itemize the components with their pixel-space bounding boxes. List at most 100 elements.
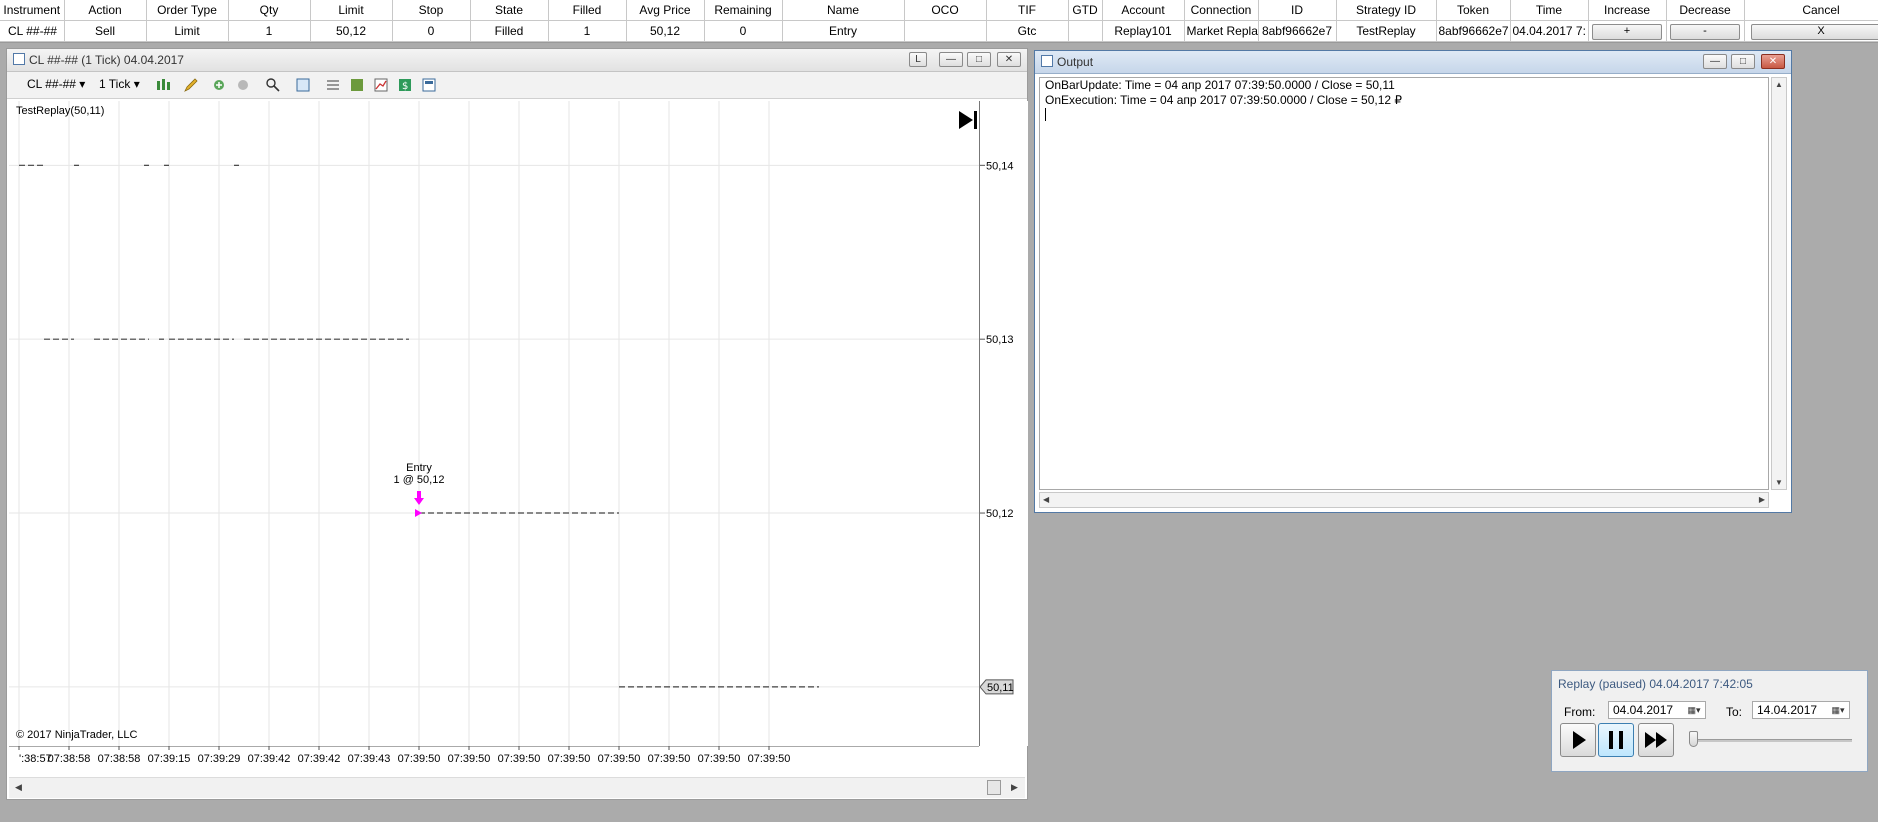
from-date-picker[interactable]: 04.04.2017 ▦▾	[1608, 701, 1706, 719]
template-icon[interactable]	[421, 77, 437, 93]
cell-time: 04.04.2017 7:	[1510, 20, 1589, 42]
chart-toolbar: CL ##-## ▾ 1 Tick ▾ $	[7, 72, 1027, 99]
pencil-icon[interactable]	[183, 77, 199, 93]
cancel-order-button[interactable]: X	[1751, 23, 1878, 40]
close-icon[interactable]: ✕	[997, 52, 1021, 67]
cell-id: 8abf96662e7	[1258, 20, 1337, 42]
scroll-left-icon[interactable]: ◀	[15, 782, 22, 793]
column-header[interactable]: Decrease	[1666, 0, 1745, 21]
link-button[interactable]: L	[909, 52, 927, 67]
output-titlebar[interactable]: Output — □ ✕	[1035, 51, 1791, 74]
interval-selector[interactable]: 1 Tick ▾	[99, 77, 140, 91]
replay-speed-slider[interactable]	[1689, 731, 1698, 747]
data-box-icon[interactable]	[295, 77, 311, 93]
calendar-icon[interactable]: ▦▾	[1829, 704, 1847, 716]
decrease-button[interactable]: -	[1670, 23, 1740, 40]
column-header[interactable]: Remaining	[704, 0, 783, 21]
close-icon[interactable]: ✕	[1761, 54, 1785, 69]
column-header[interactable]: Filled	[548, 0, 627, 21]
scroll-left-icon[interactable]: ◀	[1043, 495, 1049, 504]
chart-window-title: CL ##-## (1 Tick) 04.04.2017	[29, 53, 184, 67]
go-to-end-icon	[959, 111, 977, 129]
replay-title: Replay (paused) 04.04.2017 7:42:05	[1558, 677, 1753, 691]
column-header[interactable]: Limit	[310, 0, 393, 21]
column-header[interactable]: Cancel	[1744, 0, 1878, 21]
column-header[interactable]: Account	[1102, 0, 1185, 21]
chart-style-icon[interactable]	[155, 77, 171, 93]
column-header[interactable]: Stop	[392, 0, 471, 21]
go-to-end-icon[interactable]	[957, 109, 979, 134]
last-price-label: 50,11	[987, 682, 1014, 694]
column-header[interactable]: Qty	[228, 0, 311, 21]
time-tick-label: 07:39:50	[398, 753, 441, 765]
fast-forward-button[interactable]	[1638, 723, 1674, 757]
column-header[interactable]: ID	[1258, 0, 1337, 21]
scroll-down-icon[interactable]: ▼	[1775, 478, 1783, 487]
cell-account: Replay101	[1102, 20, 1185, 42]
cell-oco	[904, 20, 987, 42]
scrollbar-thumb[interactable]	[987, 780, 1001, 795]
time-axis[interactable]: ':38:57 07:38:58 07:38:58 07:39:15 07:39:29 0…	[9, 745, 979, 776]
minimize-icon[interactable]: —	[1703, 54, 1727, 69]
table-row[interactable]: CL ##-## Sell Limit 1 50,12 0 Filled 1 5…	[0, 20, 1878, 42]
pause-button[interactable]	[1598, 723, 1634, 757]
scroll-right-icon[interactable]: ▶	[1759, 495, 1765, 504]
minimize-icon[interactable]: —	[939, 52, 963, 67]
output-window: Output — □ ✕ OnBarUpdate: Time = 04 апр …	[1034, 50, 1792, 513]
column-header[interactable]: Action	[64, 0, 147, 21]
column-header[interactable]: State	[470, 0, 549, 21]
scroll-up-icon[interactable]: ▲	[1775, 80, 1783, 89]
entry-annotation-label: Entry	[406, 462, 432, 474]
scroll-right-icon[interactable]: ▶	[1011, 782, 1018, 793]
play-button[interactable]	[1560, 723, 1596, 757]
column-header[interactable]: Increase	[1588, 0, 1667, 21]
column-header[interactable]: Token	[1436, 0, 1511, 21]
price-tick-label: 50,12	[986, 508, 1014, 520]
to-label: To:	[1726, 705, 1743, 719]
column-header[interactable]: Name	[782, 0, 905, 21]
output-text-area[interactable]: OnBarUpdate: Time = 04 апр 2017 07:39:50…	[1039, 77, 1769, 490]
replay-speed-track[interactable]	[1692, 739, 1852, 742]
price-chart[interactable]: Entry1 @ 50,12	[9, 101, 979, 746]
remove-indicator-icon[interactable]	[235, 77, 251, 93]
increase-button[interactable]: +	[1592, 23, 1662, 40]
pause-icon	[1609, 731, 1623, 749]
column-header[interactable]: GTD	[1068, 0, 1103, 21]
column-header[interactable]: Instrument	[0, 0, 65, 21]
chart-titlebar[interactable]: CL ##-## (1 Tick) 04.04.2017 L — □ ✕	[7, 49, 1027, 72]
from-label: From:	[1564, 705, 1596, 719]
play-icon	[1573, 731, 1586, 749]
column-header[interactable]: OCO	[904, 0, 987, 21]
chart-trader-icon	[374, 78, 388, 92]
to-date-picker[interactable]: 14.04.2017 ▦▾	[1752, 701, 1850, 719]
add-indicator-icon[interactable]	[211, 77, 227, 93]
time-tick-label: 07:39:42	[248, 753, 291, 765]
properties-icon[interactable]	[325, 77, 341, 93]
chart-plot-area[interactable]: Entry 1 @ 50,12 TestReplay(50,11) © 2017 …	[9, 101, 979, 746]
column-header[interactable]: Order Type	[146, 0, 229, 21]
output-window-title: Output	[1057, 55, 1094, 69]
strategies-icon[interactable]: $	[397, 77, 413, 93]
zoom-icon[interactable]	[265, 77, 281, 93]
column-header[interactable]: Avg Price	[626, 0, 705, 21]
output-horizontal-scrollbar[interactable]: ◀ ▶	[1039, 492, 1769, 508]
strategies-icon: $	[399, 79, 411, 92]
chart-horizontal-scrollbar[interactable]: ◀ ▶	[9, 777, 1025, 798]
column-header[interactable]: Time	[1510, 0, 1589, 21]
chart-trader-icon[interactable]	[373, 77, 389, 93]
cell-connection: Market Repla	[1184, 20, 1259, 42]
output-vertical-scrollbar[interactable]: ▲ ▼	[1771, 77, 1787, 490]
instrument-selector[interactable]: CL ##-## ▾	[27, 77, 85, 91]
indicators-icon[interactable]	[349, 77, 365, 93]
chevron-down-icon: ▾	[133, 77, 140, 91]
maximize-icon[interactable]: □	[1731, 54, 1755, 69]
column-header[interactable]: Connection	[1184, 0, 1259, 21]
time-tick-label: 07:38:58	[48, 753, 91, 765]
calendar-icon[interactable]: ▦▾	[1685, 704, 1703, 716]
column-header[interactable]: TIF	[986, 0, 1069, 21]
maximize-icon[interactable]: □	[967, 52, 991, 67]
cell-state: Filled	[470, 20, 549, 42]
price-axis[interactable]: 50,14 50,13 50,12 50,11	[979, 101, 1028, 746]
chevron-down-icon: ▾	[79, 77, 86, 91]
column-header[interactable]: Strategy ID	[1336, 0, 1437, 21]
